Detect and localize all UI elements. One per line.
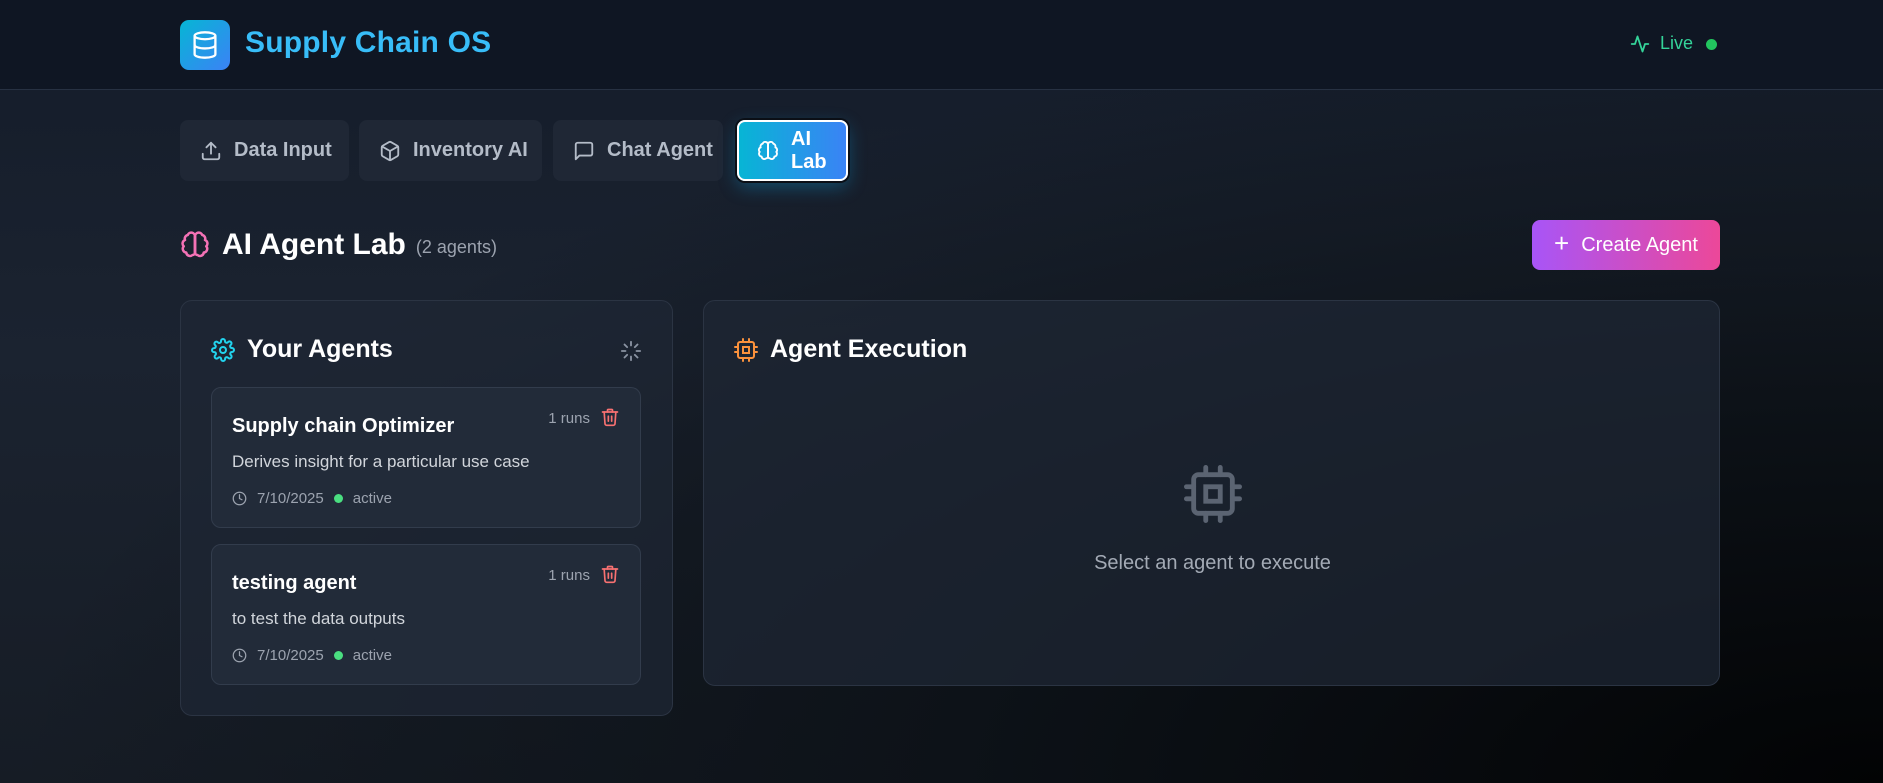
tab-label: AI Lab [791,127,827,173]
clock-icon [232,648,247,663]
delete-agent-button[interactable] [600,407,620,427]
tab-data-input[interactable]: Data Input [180,120,349,181]
live-dot [1706,39,1717,50]
agent-status: active [352,647,392,664]
tab-label: Data Input [234,139,332,161]
tab-ai-lab[interactable]: AI Lab [737,120,848,181]
settings-icon [211,337,235,362]
agent-description: to test the data outputs [232,609,405,628]
tab-inventory-ai[interactable]: Inventory AI [359,120,542,181]
page-title: AI Agent Lab (2 agents) [180,228,497,262]
tab-label: Inventory AI [413,139,528,161]
execution-panel: Agent Execution Select an agent to execu… [703,300,1720,686]
agent-description: Derives insight for a particular use cas… [232,452,530,471]
plus-icon: + [1554,228,1570,258]
cpu-icon [1184,465,1242,523]
agent-status: active [352,490,392,507]
package-icon [379,140,401,162]
empty-state-message: Select an agent to execute [1094,552,1331,574]
execution-panel-title: Agent Execution [734,335,967,364]
upload-icon [200,140,222,162]
agent-meta: 7/10/2025 active [232,490,392,507]
status-dot [333,494,343,503]
tab-label: Chat Agent [607,139,713,161]
activity-icon [1630,34,1650,54]
live-label: Live [1660,33,1694,53]
agent-date: 7/10/2025 [257,490,324,507]
app-title: Supply Chain OS [245,26,492,59]
trash-icon [600,407,620,427]
clock-icon [232,491,247,506]
app-header: Supply Chain OS Live [0,0,1883,90]
execution-panel-title-text: Agent Execution [770,335,968,363]
loader-icon [620,340,642,362]
brain-icon [757,140,779,162]
agent-meta: 7/10/2025 active [232,647,392,664]
cpu-icon [734,337,758,362]
page-title-text: AI Agent Lab [222,228,406,261]
agent-date: 7/10/2025 [257,647,324,664]
brain-icon [180,230,210,260]
agents-panel-title-text: Your Agents [247,335,393,363]
agent-count: (2 agents) [415,236,497,257]
create-agent-button[interactable]: + Create Agent [1532,220,1720,270]
agent-card[interactable]: Supply chain Optimizer 1 runs Derives in… [211,387,641,528]
status-dot [333,651,343,660]
database-icon [180,20,230,70]
agents-panel: Your Agents Supply chain Optimizer 1 run… [180,300,673,716]
message-square-icon [573,140,595,162]
agent-name: testing agent [232,572,357,594]
tab-chat-agent[interactable]: Chat Agent [553,120,723,181]
agent-name: Supply chain Optimizer [232,415,455,437]
live-status: Live [1630,33,1717,54]
delete-agent-button[interactable] [600,564,620,584]
agent-runs: 1 runs [548,567,590,584]
trash-icon [600,564,620,584]
agent-runs: 1 runs [548,410,590,427]
agents-panel-title: Your Agents [211,335,393,364]
agent-card[interactable]: testing agent 1 runs to test the data ou… [211,544,641,685]
create-agent-label: Create Agent [1581,233,1698,256]
